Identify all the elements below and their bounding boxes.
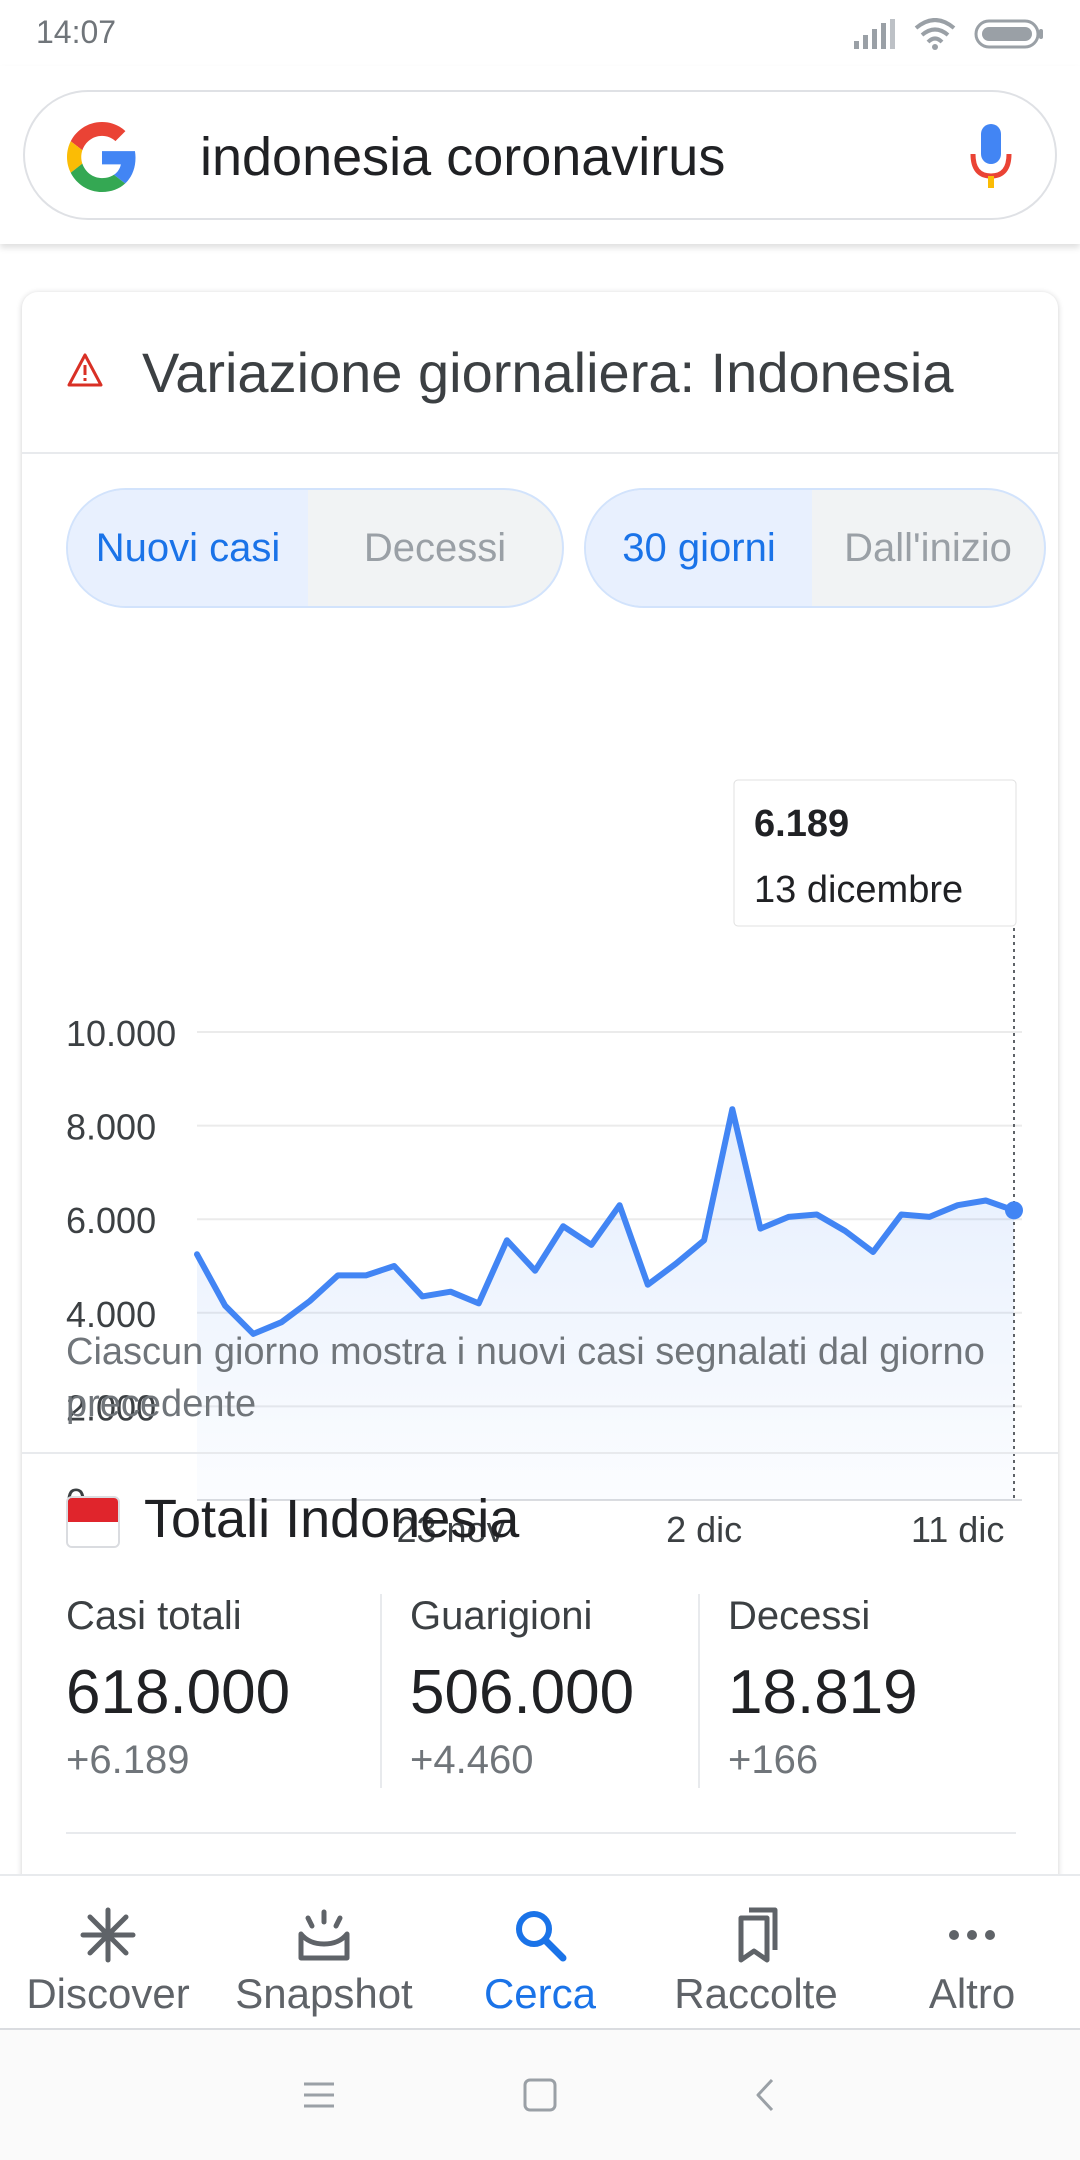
tooltip-date: 13 dicembre [754, 869, 963, 911]
x-tick-label: 2 dic [666, 1509, 742, 1550]
tooltip-value: 6.189 [754, 803, 849, 845]
divider [22, 1452, 1058, 1454]
y-tick-label: 10.000 [66, 1013, 176, 1054]
status-icons [854, 16, 1044, 52]
indonesia-flag-icon [66, 1496, 120, 1548]
nav-discover[interactable]: Discover [0, 1876, 216, 2028]
more-dots-icon [949, 1930, 995, 1940]
range-toggle: 30 giorni Dall'inizio [584, 488, 1046, 608]
tab-30-giorni[interactable]: 30 giorni [586, 490, 812, 606]
nav-label: Discover [26, 1970, 190, 2017]
search-query[interactable]: indonesia coronavirus [200, 126, 725, 188]
tab-decessi[interactable]: Decessi [308, 490, 562, 606]
nav-label: Cerca [483, 1970, 597, 2017]
y-tick-label: 8.000 [66, 1107, 156, 1148]
signal-icon [854, 19, 895, 49]
home-icon[interactable] [517, 2072, 563, 2118]
card-header: Variazione giornaliera: Indonesia [22, 292, 1058, 454]
y-tick-label: 6.000 [66, 1200, 156, 1241]
search-icon [516, 1911, 567, 1962]
stat-label: Guarigioni [410, 1594, 593, 1638]
stat-guarigioni: Guarigioni 506.000 +4.460 [410, 1594, 634, 1783]
status-bar: 14:07 [0, 0, 1080, 66]
x-tick-label: 11 dic [911, 1509, 1004, 1550]
stat-label: Casi totali [66, 1594, 242, 1638]
divider [66, 1832, 1016, 1834]
stat-casi-totali: Casi totali 618.000 +6.189 [66, 1594, 290, 1783]
search-header: indonesia coronavirus [0, 66, 1080, 244]
nav-raccolte[interactable]: Raccolte [648, 1876, 864, 2028]
totals-title: Totali Indonesia [144, 1489, 520, 1549]
tab-nuovi-casi[interactable]: Nuovi casi [68, 490, 308, 606]
stat-value: 618.000 [66, 1658, 291, 1727]
tab-dall-inizio[interactable]: Dall'inizio [812, 490, 1044, 606]
stat-label: Decessi [728, 1594, 871, 1638]
covid-card: Variazione giornaliera: Indonesia Nuovi … [22, 292, 1058, 1992]
nav-label: Raccolte [674, 1970, 838, 2017]
nav-cerca[interactable]: Cerca [432, 1876, 648, 2028]
card-title: Variazione giornaliera: Indonesia [142, 341, 954, 404]
bottom-nav: Discover Snapshot Cerca Raccolte Altro [0, 1874, 1080, 2030]
stat-separator [380, 1594, 382, 1788]
snapshot-icon [298, 1909, 350, 1961]
nav-label: Altro [928, 1970, 1016, 2017]
stat-delta: +4.460 [410, 1738, 534, 1782]
warning-triangle-icon [67, 353, 103, 387]
battery-icon [974, 19, 1043, 49]
asterisk-icon [80, 1907, 136, 1963]
nav-label: Snapshot [235, 1970, 413, 2017]
stat-delta: +6.189 [66, 1738, 190, 1782]
menu-icon[interactable] [296, 2072, 342, 2118]
stat-value: 506.000 [410, 1658, 635, 1727]
system-nav-bar [0, 2030, 1080, 2160]
nav-snapshot[interactable]: Snapshot [216, 1876, 432, 2028]
wifi-icon [914, 18, 956, 50]
highlight-point [1005, 1201, 1023, 1220]
chart-footnote: Ciascun giorno mostra i nuovi casi segna… [66, 1331, 985, 1425]
collections-icon [738, 1907, 778, 1963]
stat-decessi: Decessi 18.819 +166 [728, 1594, 918, 1783]
stat-separator [698, 1594, 700, 1788]
metric-toggle: Nuovi casi Decessi [66, 488, 564, 608]
microphone-icon[interactable] [969, 122, 1013, 192]
stat-value: 18.819 [728, 1658, 918, 1727]
stat-delta: +166 [728, 1738, 819, 1782]
search-bar[interactable]: indonesia coronavirus [23, 90, 1057, 220]
back-icon[interactable] [744, 2072, 790, 2118]
area-fill [197, 1109, 1014, 1500]
google-g-icon [67, 122, 136, 192]
daily-cases-chart[interactable]: 02.0004.0006.0008.00010.00023 nov2 dic11… [22, 648, 1058, 1588]
status-time: 14:07 [36, 14, 117, 50]
nav-altro[interactable]: Altro [864, 1876, 1080, 2028]
